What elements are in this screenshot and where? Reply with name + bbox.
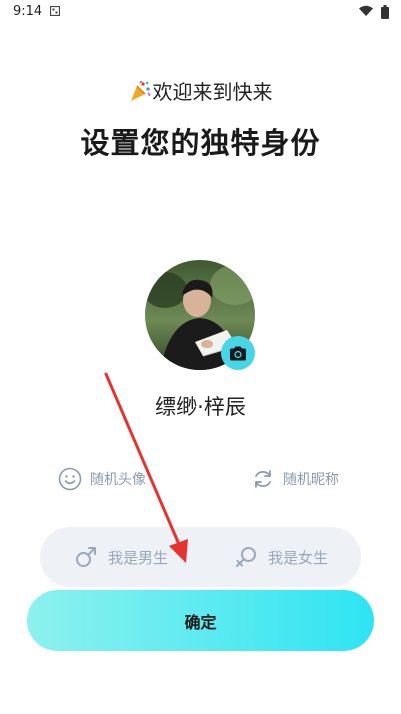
male-symbol-icon — [76, 547, 96, 567]
change-avatar-button[interactable] — [221, 336, 255, 370]
male-label: 我是男生 — [108, 548, 169, 567]
notification-icon — [50, 6, 60, 16]
confirm-label: 确定 — [184, 612, 217, 632]
random-avatar-label: 随机头像 — [90, 472, 146, 488]
gender-selector: 我是男生 我是女生 — [40, 527, 361, 587]
nickname-text: 缥缈·梓辰 — [155, 395, 246, 419]
welcome-text: 欢迎来到快来 — [152, 80, 273, 104]
party-popper-icon — [129, 80, 151, 107]
avatar-picker[interactable] — [145, 260, 257, 372]
female-symbol-icon — [236, 547, 256, 567]
female-label: 我是女生 — [268, 548, 329, 567]
smiley-face-icon — [58, 467, 82, 491]
random-avatar-button[interactable]: 随机头像 — [58, 467, 146, 491]
random-nickname-label: 随机昵称 — [283, 472, 339, 488]
female-option[interactable]: 我是女生 — [234, 527, 328, 587]
random-nickname-button[interactable]: 随机昵称 — [251, 467, 339, 491]
welcome-heading: 欢迎来到快来 — [0, 76, 401, 107]
status-time: 9:14 — [13, 4, 43, 19]
camera-icon — [230, 346, 246, 360]
battery-icon — [381, 5, 389, 19]
confirm-button[interactable]: 确定 — [27, 590, 374, 651]
status-bar: 9:14 — [0, 0, 401, 24]
wifi-icon — [359, 5, 373, 16]
male-option[interactable]: 我是男生 — [74, 527, 168, 587]
page-title: 设置您的独特身份 — [80, 126, 321, 160]
refresh-icon — [255, 470, 271, 488]
